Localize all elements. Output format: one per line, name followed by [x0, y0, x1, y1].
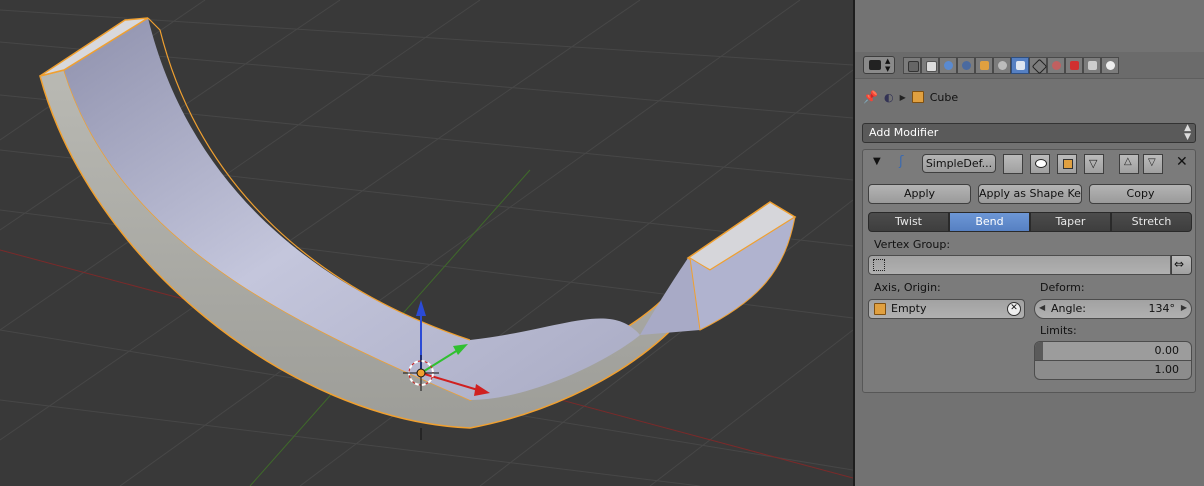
- angle-value: 134°: [1148, 302, 1176, 315]
- copy-button[interactable]: Copy: [1089, 184, 1192, 204]
- editor-type-icon: [869, 60, 881, 70]
- editmode-toggle-icon[interactable]: [1057, 154, 1077, 174]
- apply-as-shape-key-button[interactable]: Apply as Shape Key: [978, 184, 1082, 204]
- simple-deform-icon: ʃ: [899, 154, 904, 169]
- world-tab-icon[interactable]: [957, 57, 975, 74]
- scene-tab-icon[interactable]: [939, 57, 957, 74]
- chevron-updown-icon: ▲ ▼: [885, 57, 891, 73]
- render-toggle-icon[interactable]: [1003, 154, 1023, 174]
- properties-toolbar: ▲ ▼: [855, 52, 1204, 79]
- axis-origin-label: Axis, Origin:: [874, 281, 941, 294]
- modifiers-tab-icon[interactable]: [1011, 57, 1029, 74]
- texture-tab-icon[interactable]: [1065, 57, 1083, 74]
- vertex-group-icon: [873, 259, 885, 271]
- modifier-name-field[interactable]: SimpleDef...: [922, 154, 996, 173]
- breadcrumb-object-name: Cube: [929, 90, 959, 104]
- empty-object-icon: [874, 303, 886, 315]
- limit-min-fill: [1035, 342, 1043, 360]
- 3d-viewport[interactable]: [0, 0, 853, 486]
- render-layers-tab-icon[interactable]: [921, 57, 939, 74]
- mode-taper[interactable]: Taper: [1030, 212, 1111, 232]
- angle-field[interactable]: ◀ Angle: 134° ▶: [1034, 299, 1192, 319]
- breadcrumb-arrow-icon: ▶: [899, 92, 906, 102]
- chevron-updown-icon: ▲ ▼: [1184, 123, 1191, 142]
- limit-min-slider[interactable]: 0.00: [1034, 341, 1192, 361]
- move-up-icon[interactable]: △: [1119, 154, 1139, 174]
- invert-vertex-group-icon[interactable]: ⇔: [1171, 255, 1192, 275]
- modifier-panel: ▼ ʃ SimpleDef... ▽ △ ▽ ✕ Apply Apply as …: [862, 149, 1196, 393]
- origin-object-field[interactable]: Empty ✕: [868, 299, 1025, 319]
- modifier-context-icon: ◐: [883, 90, 894, 104]
- data-tab-icon[interactable]: [1029, 57, 1048, 75]
- properties-editor: ▲ ▼ 📌 ◐ ▶ Cube Add Modifier ▲ ▼ ▼ ʃ Simple…: [855, 0, 1204, 486]
- collapse-arrow-icon[interactable]: ▼: [873, 156, 881, 167]
- apply-button[interactable]: Apply: [868, 184, 971, 204]
- object-tab-icon[interactable]: [975, 57, 993, 74]
- header-strip: [855, 0, 1204, 53]
- editor-type-button[interactable]: ▲ ▼: [863, 56, 895, 74]
- breadcrumb: 📌 ◐ ▶ Cube: [863, 88, 958, 106]
- add-modifier-label: Add Modifier: [869, 126, 939, 139]
- pin-icon[interactable]: 📌: [863, 90, 878, 104]
- particles-tab-icon[interactable]: [1083, 57, 1101, 74]
- vertex-group-label: Vertex Group:: [874, 238, 951, 251]
- cage-toggle-icon[interactable]: ▽: [1084, 154, 1104, 174]
- viewport-visibility-eye-icon[interactable]: [1030, 154, 1050, 174]
- object-cube-icon: [911, 91, 924, 103]
- modifier-header: ▼ ʃ SimpleDef... ▽ △ ▽ ✕: [863, 150, 1195, 178]
- limit-max-slider[interactable]: 1.00: [1034, 360, 1192, 380]
- mode-stretch[interactable]: Stretch: [1111, 212, 1192, 232]
- deform-label: Deform:: [1040, 281, 1085, 294]
- close-icon[interactable]: ✕: [1176, 154, 1188, 170]
- viewport-canvas[interactable]: [0, 0, 853, 486]
- physics-tab-icon[interactable]: [1101, 57, 1119, 74]
- mode-bend[interactable]: Bend: [949, 212, 1030, 232]
- clear-field-icon[interactable]: ✕: [1007, 302, 1021, 316]
- mode-twist[interactable]: Twist: [868, 212, 949, 232]
- vertex-group-field[interactable]: [868, 255, 1171, 275]
- material-tab-icon[interactable]: [1047, 57, 1065, 74]
- move-down-icon[interactable]: ▽: [1143, 154, 1163, 174]
- decrement-arrow-icon[interactable]: ◀: [1039, 303, 1045, 312]
- add-modifier-dropdown[interactable]: Add Modifier ▲ ▼: [862, 123, 1196, 143]
- increment-arrow-icon[interactable]: ▶: [1181, 303, 1187, 312]
- render-tab-icon[interactable]: [903, 57, 921, 74]
- limits-label: Limits:: [1040, 324, 1077, 337]
- constraints-tab-icon[interactable]: [993, 57, 1011, 74]
